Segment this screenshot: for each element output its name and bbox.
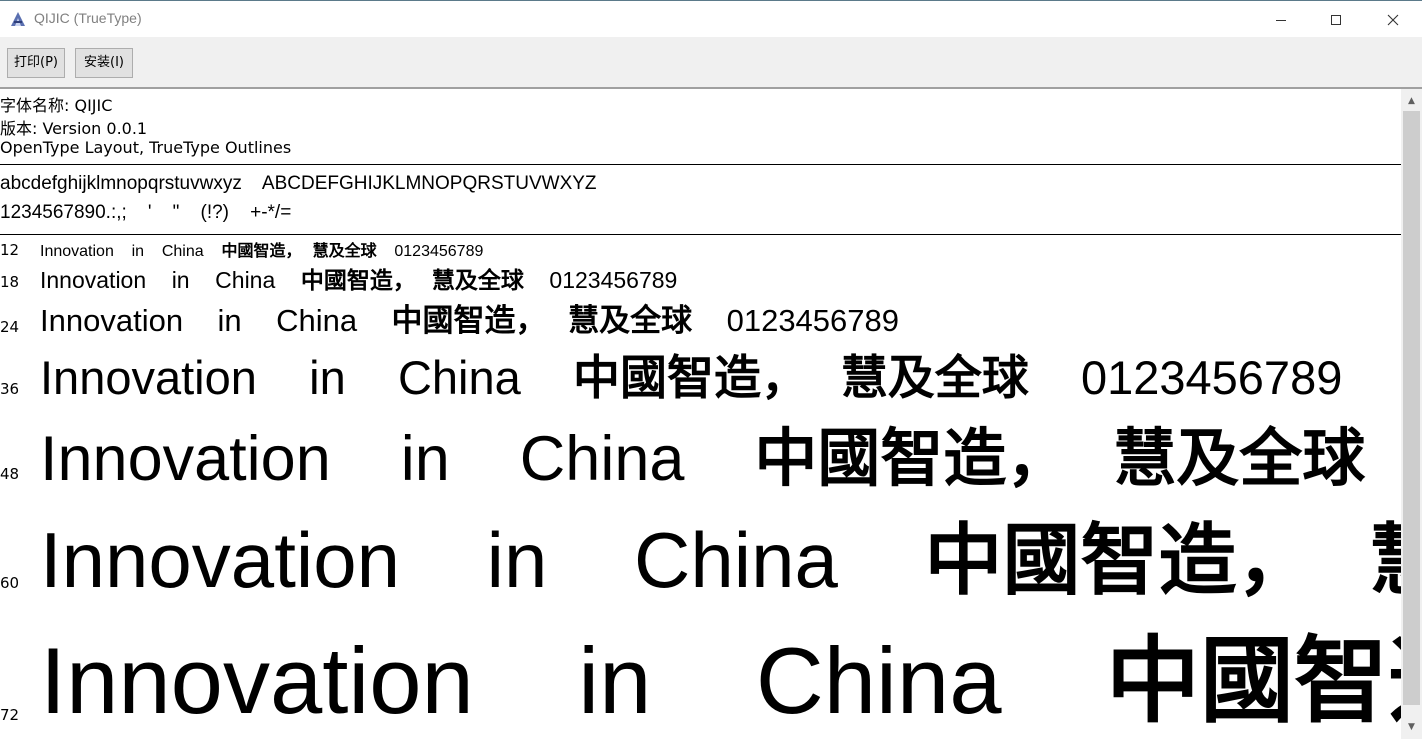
- sample-latin: Innovation in China: [40, 424, 685, 494]
- sample-digits: 0123456789: [1080, 351, 1343, 404]
- scroll-down-button[interactable]: ▼: [1401, 717, 1422, 737]
- install-button[interactable]: 安装(I): [75, 48, 133, 78]
- charset-letters: abcdefghijklmnopqrstuvwxyz ABCDEFGHIJKLM…: [0, 173, 597, 194]
- divider: [0, 164, 1401, 165]
- size-label: 72: [0, 706, 20, 724]
- sample-cjk: 中國智造， 慧及全球: [754, 421, 1366, 495]
- sample-text: Innovation in China 中國智造， 慧及全球 012345678…: [40, 243, 483, 260]
- sample-text: Innovation in China 中國智造， 慧及全球 012345678…: [40, 634, 1401, 729]
- chevron-down-icon: ▼: [1408, 722, 1415, 732]
- maximize-icon: [1331, 14, 1341, 25]
- sample-cjk: 中國智造， 慧及全球: [391, 303, 693, 339]
- sample-cjk: 中國智造， 慧及全球: [1105, 626, 1401, 736]
- font-version: 版本: Version 0.0.1: [0, 119, 148, 138]
- sample-digits: 0123456789: [394, 243, 484, 260]
- sample-cjk: 中國智造， 慧及全球: [300, 267, 524, 294]
- close-button[interactable]: [1364, 1, 1422, 38]
- size-label: 48: [0, 465, 20, 483]
- scroll-up-button[interactable]: ▲: [1401, 91, 1422, 111]
- sample-text: Innovation in China 中國智造， 慧及全球 012345678…: [40, 267, 678, 294]
- minimize-button[interactable]: [1252, 1, 1310, 38]
- sample-digits: 0123456789: [726, 303, 900, 338]
- font-name: 字体名称: QIJIC: [0, 96, 113, 115]
- maximize-button[interactable]: [1307, 1, 1365, 38]
- sample-text: Innovation in China 中國智造， 慧及全球 012345678…: [40, 521, 1401, 600]
- scrollbar-thumb[interactable]: [1403, 111, 1420, 705]
- divider: [0, 234, 1401, 235]
- toolbar: 打印(P) 安装(I): [0, 37, 1422, 89]
- size-label: 36: [0, 380, 20, 398]
- vertical-scrollbar[interactable]: ▲ ▼: [1401, 89, 1422, 739]
- print-button[interactable]: 打印(P): [7, 48, 65, 78]
- title-bar: QIJIC (TrueType): [0, 0, 1422, 37]
- sample-cjk: 中國智造， 慧及全球: [572, 351, 1029, 406]
- charset-symbols: 1234567890.:,; ' " (!?) +-*/=: [0, 202, 292, 223]
- sample-latin: Innovation in China: [40, 516, 838, 604]
- font-viewer-icon: [11, 12, 25, 26]
- sample-text: Innovation in China 中國智造， 慧及全球 012345678…: [40, 354, 1342, 402]
- sample-latin: Innovation in China: [40, 267, 276, 293]
- sample-latin: Innovation in China: [40, 628, 1002, 733]
- minimize-icon: [1276, 19, 1286, 21]
- sample-latin: Innovation in China: [40, 351, 521, 404]
- size-label: 12: [0, 241, 20, 259]
- size-label: 18: [0, 273, 20, 291]
- close-icon: [1387, 14, 1399, 25]
- sample-text: Innovation in China 中國智造， 慧及全球 012345678…: [40, 427, 1401, 491]
- font-preview-area: 字体名称: QIJIC 版本: Version 0.0.1 OpenType L…: [0, 89, 1401, 739]
- window-title: QIJIC (TrueType): [34, 10, 142, 26]
- chevron-up-icon: ▲: [1408, 96, 1415, 106]
- sample-cjk: 中國智造， 慧及全球: [924, 515, 1401, 606]
- font-format: OpenType Layout, TrueType Outlines: [0, 138, 292, 157]
- sample-text: Innovation in China 中國智造， 慧及全球 012345678…: [40, 305, 899, 337]
- sample-latin: Innovation in China: [40, 303, 358, 338]
- sample-latin: Innovation in China: [40, 243, 204, 260]
- size-label: 24: [0, 318, 20, 336]
- size-label: 60: [0, 574, 20, 592]
- sample-cjk: 中國智造， 慧及全球: [221, 241, 377, 260]
- sample-digits: 0123456789: [549, 267, 678, 293]
